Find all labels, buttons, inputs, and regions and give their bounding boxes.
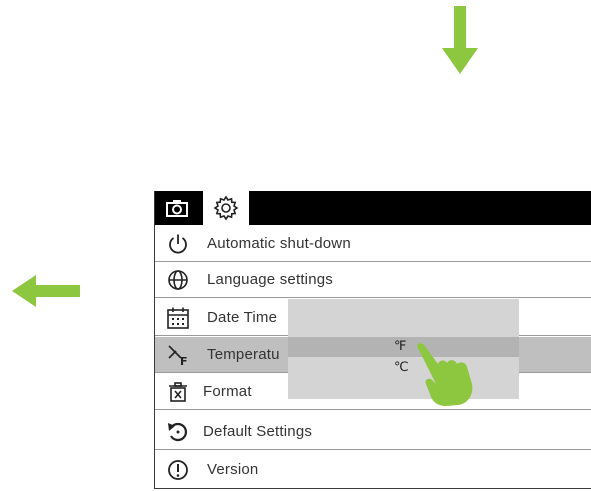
menu-item-label: Language settings [207,271,334,288]
pointing-hand-icon [417,343,473,406]
trash-icon [163,377,193,407]
option-celsius[interactable]: ℃ [394,359,409,375]
tab-settings[interactable] [203,191,249,225]
down-arrow-icon [442,6,478,74]
tab-camera[interactable] [155,191,199,225]
left-arrow-icon [12,275,80,307]
power-icon [163,229,193,259]
menu-item-automatic-shutdown[interactable]: Automatic shut-down [155,226,591,262]
svg-text:F: F [180,355,188,367]
tab-bar [155,191,591,225]
menu-item-label: Automatic shut-down [207,235,351,252]
menu-item-label: Version [207,461,259,478]
reset-icon [163,417,193,447]
temperature-unit-dropdown: ℉ ℃ [288,299,519,399]
menu-item-language-settings[interactable]: Language settings [155,262,591,298]
calendar-icon [163,303,193,333]
menu-item-default-settings[interactable]: Default Settings [155,414,591,450]
info-icon [163,455,193,485]
temperature-unit-icon: F [163,340,193,370]
menu-item-label: Default Settings [203,423,313,440]
menu-item-label: Format [203,383,252,400]
menu-item-label: Temperatu [207,346,280,363]
option-fahrenheit[interactable]: ℉ [394,338,406,354]
globe-icon [163,265,193,295]
menu-item-version[interactable]: Version [155,452,591,487]
camera-icon [166,200,188,217]
gear-icon [213,195,239,221]
menu-item-label: Date Time [207,309,278,326]
